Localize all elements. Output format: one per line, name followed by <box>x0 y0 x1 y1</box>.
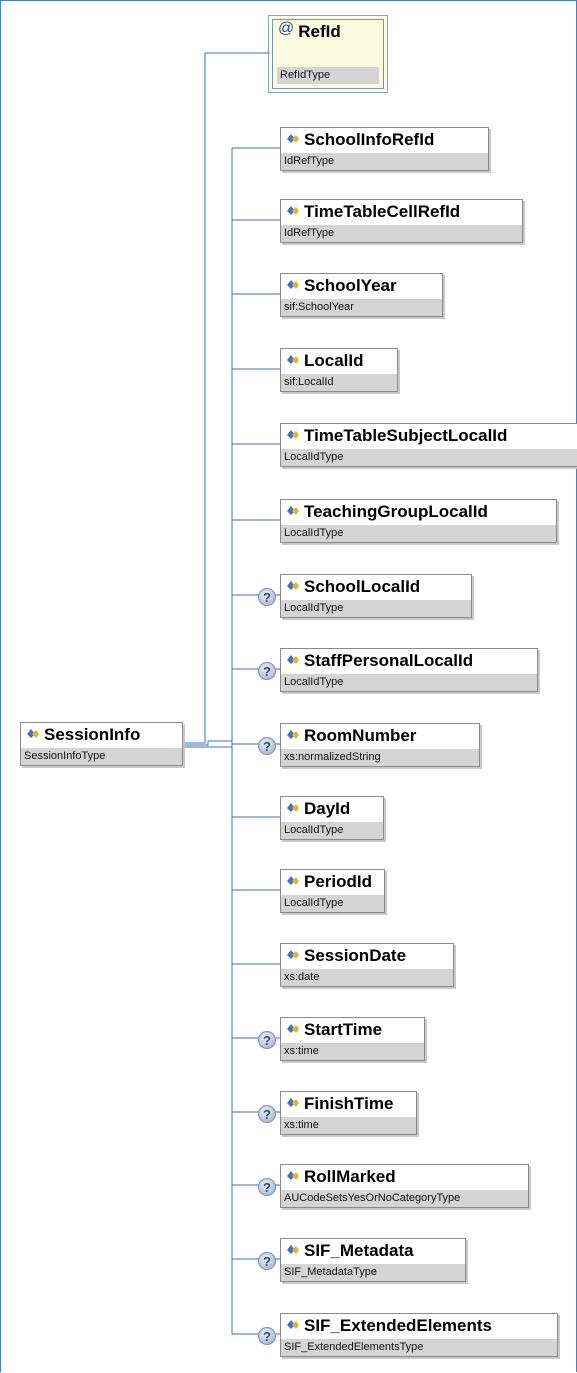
element-icon <box>287 429 299 439</box>
child-element-schoollocalid[interactable]: SchoolLocalId LocalIdType <box>280 574 472 618</box>
attribute-type: RefIdType <box>277 67 379 84</box>
child-element-dayid[interactable]: DayId LocalIdType <box>280 796 384 840</box>
element-icon <box>287 875 299 885</box>
child-element-schoolinforefid[interactable]: SchoolInfoRefId IdRefType <box>280 127 489 171</box>
child-element-teachinggrouplocalid[interactable]: TeachingGroupLocalId LocalIdType <box>280 499 557 543</box>
child-element-name: RoomNumber <box>304 726 417 745</box>
child-element-name: PeriodId <box>304 872 373 891</box>
element-icon <box>287 654 299 664</box>
element-icon <box>287 802 299 812</box>
element-icon <box>287 1097 299 1107</box>
child-element-name: TimeTableCellRefId <box>304 202 461 221</box>
optional-question-icon: ? <box>258 662 276 680</box>
optional-question-icon: ? <box>258 1327 276 1345</box>
child-element-type: xs:time <box>281 1043 424 1060</box>
element-icon <box>287 949 299 959</box>
child-element-type: sif:LocalId <box>281 374 397 391</box>
child-element-type: LocalIdType <box>281 895 384 912</box>
element-icon <box>287 1023 299 1033</box>
child-element-timetablesubjectlocalid[interactable]: TimeTableSubjectLocalId LocalIdType <box>280 423 577 467</box>
child-element-name: StartTime <box>304 1020 383 1039</box>
child-element-name: FinishTime <box>304 1094 394 1113</box>
child-element-schoolyear[interactable]: SchoolYear sif:SchoolYear <box>280 273 443 317</box>
attribute-refid[interactable]: @ RefId RefIdType <box>268 15 388 93</box>
child-element-name: LocalId <box>304 351 364 370</box>
child-element-localid[interactable]: LocalId sif:LocalId <box>280 348 398 392</box>
child-element-name: SchoolLocalId <box>304 577 421 596</box>
child-element-type: xs:date <box>281 969 453 986</box>
child-element-type: sif:SchoolYear <box>281 299 442 316</box>
optional-question-icon: ? <box>258 1031 276 1049</box>
child-element-type: LocalIdType <box>281 600 471 617</box>
optional-question-icon: ? <box>258 1105 276 1123</box>
child-element-sessiondate[interactable]: SessionDate xs:date <box>280 943 454 987</box>
element-icon <box>27 728 39 738</box>
child-element-rollmarked[interactable]: RollMarked AUCodeSetsYesOrNoCategoryType <box>280 1164 529 1208</box>
element-icon <box>287 1319 299 1329</box>
optional-question-icon: ? <box>258 1252 276 1270</box>
child-element-type: IdRefType <box>281 153 488 170</box>
element-icon <box>287 133 299 143</box>
element-icon <box>287 505 299 515</box>
element-icon <box>287 279 299 289</box>
optional-question-icon: ? <box>258 737 276 755</box>
child-element-roomnumber[interactable]: RoomNumber xs:normalizedString <box>280 723 480 767</box>
child-element-finishtime[interactable]: FinishTime xs:time <box>280 1091 417 1135</box>
child-element-type: AUCodeSetsYesOrNoCategoryType <box>281 1190 528 1207</box>
child-element-type: xs:normalizedString <box>281 749 479 766</box>
root-name: SessionInfo <box>44 725 141 744</box>
optional-question-icon: ? <box>258 588 276 606</box>
child-element-name: TimeTableSubjectLocalId <box>304 426 508 445</box>
child-element-name: DayId <box>304 799 351 818</box>
child-element-type: SIF_ExtendedElementsType <box>281 1339 557 1356</box>
child-element-name: SchoolYear <box>304 276 397 295</box>
root-type: SessionInfoType <box>21 748 182 765</box>
child-element-type: LocalIdType <box>281 674 537 691</box>
child-element-staffpersonallocalid[interactable]: StaffPersonalLocalId LocalIdType <box>280 648 538 692</box>
child-element-name: SchoolInfoRefId <box>304 130 435 149</box>
element-icon <box>287 1244 299 1254</box>
child-element-name: SIF_Metadata <box>304 1241 414 1260</box>
element-icon <box>287 580 299 590</box>
element-icon <box>287 354 299 364</box>
child-element-name: SIF_ExtendedElements <box>304 1316 493 1335</box>
child-element-name: RollMarked <box>304 1167 396 1186</box>
child-element-periodid[interactable]: PeriodId LocalIdType <box>280 869 385 913</box>
child-element-name: SessionDate <box>304 946 407 965</box>
optional-question-icon: ? <box>258 1178 276 1196</box>
child-element-type: LocalIdType <box>281 822 383 839</box>
child-element-name: TeachingGroupLocalId <box>304 502 488 521</box>
child-element-type: SIF_MetadataType <box>281 1264 465 1281</box>
element-icon <box>287 205 299 215</box>
child-element-type: xs:time <box>281 1117 416 1134</box>
child-element-type: IdRefType <box>281 225 522 242</box>
child-element-sif-metadata[interactable]: SIF_Metadata SIF_MetadataType <box>280 1238 466 1282</box>
attribute-at-icon: @ <box>278 20 295 37</box>
element-icon <box>287 1170 299 1180</box>
child-element-starttime[interactable]: StartTime xs:time <box>280 1017 425 1061</box>
child-element-type: LocalIdType <box>281 525 556 542</box>
child-element-sif-extendedelements[interactable]: SIF_ExtendedElements SIF_ExtendedElements… <box>280 1313 558 1357</box>
child-element-timetablecellrefid[interactable]: TimeTableCellRefId IdRefType <box>280 199 523 243</box>
child-element-type: LocalIdType <box>281 449 577 466</box>
element-icon <box>287 729 299 739</box>
root-element-sessioninfo[interactable]: SessionInfo SessionInfoType <box>20 722 183 766</box>
child-element-name: StaffPersonalLocalId <box>304 651 474 670</box>
